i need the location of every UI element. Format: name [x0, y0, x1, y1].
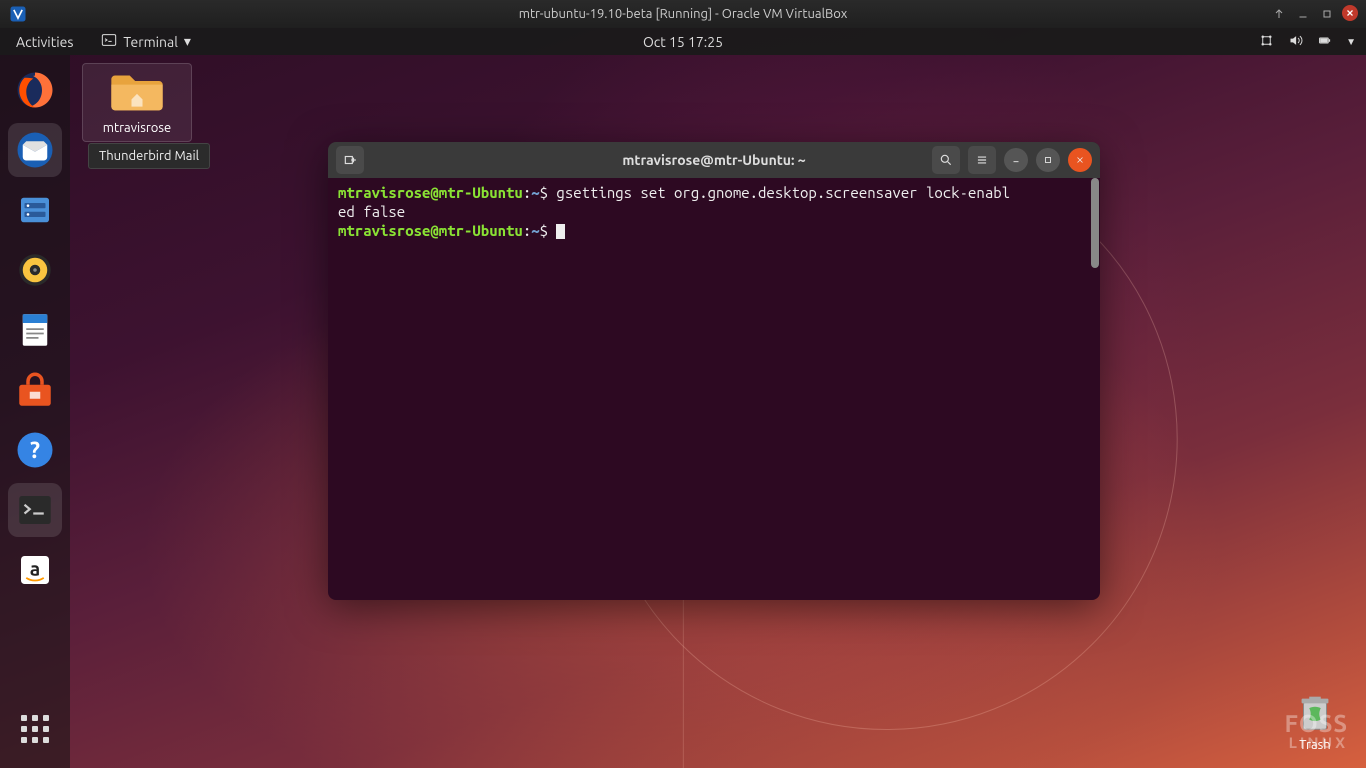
dock-ubuntu-software[interactable]: [8, 363, 62, 417]
terminal-cursor: [556, 224, 565, 239]
chevron-down-icon: ▼: [1346, 36, 1356, 48]
dock-rhythmbox[interactable]: [8, 243, 62, 297]
terminal-command: gsettings set org.gnome.desktop.screensa…: [548, 184, 1010, 201]
virtualbox-icon: [8, 4, 28, 24]
dock-firefox[interactable]: [8, 63, 62, 117]
dock-tooltip: Thunderbird Mail: [88, 143, 210, 169]
ubuntu-desktop: Activities Terminal ▾ Oct 15 17:25 ▼: [0, 28, 1366, 768]
home-folder-label: mtravisrose: [87, 121, 187, 135]
system-tray[interactable]: ▼: [1259, 33, 1356, 51]
terminal-line-1: mtravisrose@mtr-Ubuntu:~$ gsettings set …: [338, 184, 1090, 203]
dock-libreoffice-writer[interactable]: [8, 303, 62, 357]
terminal-scrollbar[interactable]: [1091, 178, 1099, 268]
watermark: FOSS LINUX: [1285, 713, 1349, 750]
svg-text:a: a: [30, 557, 40, 579]
dock-amazon[interactable]: a: [8, 543, 62, 597]
maximize-button[interactable]: [1036, 148, 1060, 172]
dock-terminal[interactable]: [8, 483, 62, 537]
terminal-icon: [101, 32, 117, 51]
dock-thunderbird[interactable]: [8, 123, 62, 177]
vbox-pin-icon[interactable]: [1270, 5, 1288, 23]
volume-icon[interactable]: [1288, 33, 1303, 51]
terminal-body[interactable]: mtravisrose@mtr-Ubuntu:~$ gsettings set …: [328, 178, 1100, 600]
show-applications-button[interactable]: [8, 702, 62, 756]
terminal-titlebar[interactable]: mtravisrose@mtr-Ubuntu: ~: [328, 142, 1100, 178]
vbox-maximize-button[interactable]: [1318, 5, 1336, 23]
close-button[interactable]: [1068, 148, 1092, 172]
vbox-close-button[interactable]: [1342, 5, 1358, 21]
hamburger-menu-button[interactable]: [968, 146, 996, 174]
folder-icon: [107, 70, 167, 114]
vbox-minimize-button[interactable]: [1294, 5, 1312, 23]
appmenu-label: Terminal: [123, 34, 178, 50]
ubuntu-dock: ? a: [0, 55, 70, 768]
minimize-button[interactable]: [1004, 148, 1028, 172]
clock[interactable]: Oct 15 17:25: [0, 34, 1366, 50]
terminal-line-1-wrap: ed false: [338, 203, 1090, 222]
home-folder-icon[interactable]: mtravisrose: [82, 63, 192, 142]
new-tab-button[interactable]: [336, 146, 364, 174]
virtualbox-titlebar: mtr-ubuntu-19.10-beta [Running] - Oracle…: [0, 0, 1366, 28]
chevron-down-icon: ▾: [184, 33, 191, 50]
gnome-topbar: Activities Terminal ▾ Oct 15 17:25 ▼: [0, 28, 1366, 55]
search-button[interactable]: [932, 146, 960, 174]
svg-text:?: ?: [30, 438, 40, 463]
terminal-window: mtravisrose@mtr-Ubuntu: ~: [328, 142, 1100, 600]
virtualbox-title: mtr-ubuntu-19.10-beta [Running] - Oracle…: [0, 7, 1366, 21]
dock-help[interactable]: ?: [8, 423, 62, 477]
battery-icon[interactable]: [1317, 33, 1332, 51]
virtualbox-window-controls: [1270, 5, 1366, 23]
dock-files[interactable]: [8, 183, 62, 237]
network-icon[interactable]: [1259, 33, 1274, 51]
terminal-line-2: mtravisrose@mtr-Ubuntu:~$: [338, 222, 1090, 241]
activities-button[interactable]: Activities: [10, 34, 79, 50]
appmenu-terminal[interactable]: Terminal ▾: [101, 32, 191, 51]
